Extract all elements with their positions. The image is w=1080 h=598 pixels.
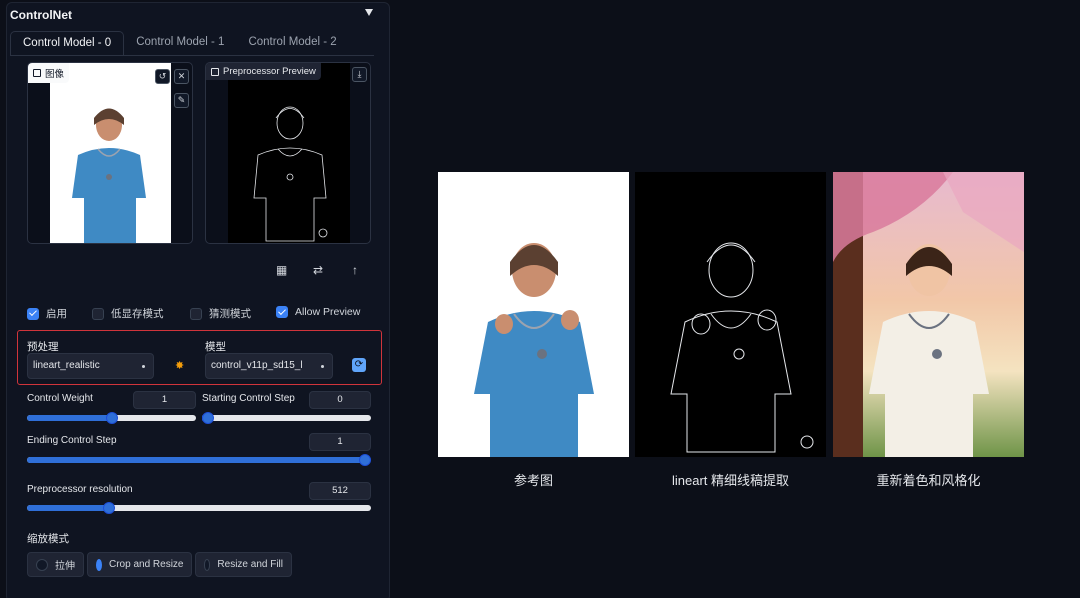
tab-control-model-1[interactable]: Control Model - 1	[124, 31, 236, 55]
slider-thumb[interactable]	[202, 412, 214, 424]
preprocessor-select[interactable]: lineart_realistic	[27, 353, 154, 379]
tabs-divider	[10, 55, 374, 56]
swap-icon[interactable]: ⇄	[313, 263, 323, 277]
preview-label-text: Preprocessor Preview	[223, 66, 316, 77]
image-icon	[33, 69, 41, 77]
rotate-icon[interactable]: ↺	[155, 69, 170, 84]
slider-thumb[interactable]	[106, 412, 118, 424]
slider-fill	[27, 415, 112, 421]
ending-step-label: Ending Control Step	[27, 435, 117, 446]
checkbox-box[interactable]	[276, 306, 288, 318]
download-icon[interactable]: ⤓	[352, 67, 367, 82]
image-label: 图像	[28, 63, 70, 83]
resolution-input[interactable]: 512	[309, 482, 371, 500]
checkbox-box[interactable]	[190, 307, 202, 320]
control-weight-input[interactable]: 1	[133, 391, 196, 409]
preprocessor-label: 预处理	[27, 341, 59, 353]
model-label: 模型	[205, 341, 226, 353]
collapse-triangle-icon[interactable]	[365, 9, 373, 16]
refresh-models-icon[interactable]: ⟳	[352, 358, 366, 372]
reference-figure	[474, 243, 594, 457]
ending-step-input[interactable]: 1	[309, 433, 371, 451]
resize-option-stretch[interactable]: 拉伸	[27, 552, 84, 577]
model-select[interactable]: control_v11p_sd15_l	[205, 353, 333, 379]
brush-icon[interactable]: ✎	[174, 93, 189, 108]
close-icon[interactable]: ✕	[174, 69, 189, 84]
checkbox-label: 启用	[46, 308, 67, 320]
checkbox-box[interactable]	[27, 307, 39, 320]
checkbox-label: Allow Preview	[295, 306, 361, 318]
starting-step-input[interactable]: 0	[309, 391, 371, 409]
guess-mode-checkbox[interactable]: 猜测模式	[190, 306, 251, 321]
explosion-run-icon[interactable]: ✸	[175, 359, 184, 372]
dropdown-caret-icon	[142, 365, 145, 368]
slider-thumb[interactable]	[359, 454, 371, 466]
enable-checkbox[interactable]: 启用	[27, 306, 67, 321]
caption-stylized: 重新着色和风格化	[876, 473, 981, 488]
control-weight-slider[interactable]	[27, 412, 196, 424]
starting-step-label: Starting Control Step	[202, 393, 295, 404]
checkbox-label: 猜测模式	[209, 308, 251, 320]
control-weight-label: Control Weight	[27, 393, 93, 404]
input-image	[50, 63, 171, 243]
model-value: control_v11p_sd15_l	[211, 360, 303, 371]
panel-title[interactable]: ControlNet	[10, 8, 72, 22]
input-image-dropzone[interactable]: 图像 ↺ ✕ ✎	[27, 62, 193, 244]
resolution-label: Preprocessor resolution	[27, 484, 133, 495]
radio-dot[interactable]	[96, 558, 102, 571]
radio-label: Crop and Resize	[109, 559, 184, 570]
lineart-image	[635, 172, 826, 457]
slider-thumb[interactable]	[103, 502, 115, 514]
starting-step-slider[interactable]	[202, 412, 371, 424]
resize-option-resize-and-fill[interactable]: Resize and Fill	[195, 552, 292, 577]
allow-preview-checkbox[interactable]: Allow Preview	[276, 306, 360, 318]
image-label-text: 图像	[45, 69, 65, 80]
camera-icon[interactable]: ▦	[276, 263, 287, 277]
dropdown-caret-icon	[321, 365, 324, 368]
preview-label: Preprocessor Preview	[206, 63, 321, 80]
radio-label: 拉伸	[55, 561, 75, 572]
caption-reference: 参考图	[513, 473, 553, 488]
slider-fill	[27, 505, 110, 511]
preprocessor-preview: Preprocessor Preview ⤓	[205, 62, 371, 244]
lineart-preview-image	[228, 63, 350, 243]
tab-control-model-2[interactable]: Control Model - 2	[236, 31, 348, 55]
tab-control-model-0[interactable]: Control Model - 0	[10, 31, 125, 55]
radio-dot[interactable]	[36, 558, 48, 571]
radio-dot[interactable]	[204, 558, 211, 571]
lineart-figure	[670, 242, 814, 453]
radio-label: Resize and Fill	[217, 559, 283, 570]
low-vram-checkbox[interactable]: 低显存模式	[92, 306, 164, 321]
resize-mode-label: 缩放模式	[27, 533, 69, 545]
stylized-image	[833, 172, 1024, 457]
caption-lineart: lineart 精细线稿提取	[671, 473, 790, 488]
resolution-slider[interactable]	[27, 502, 371, 514]
stylized-figure	[833, 172, 1024, 457]
ending-step-slider[interactable]	[27, 454, 371, 466]
checkbox-box[interactable]	[92, 307, 104, 320]
preprocessor-value: lineart_realistic	[33, 360, 100, 371]
image-icon	[211, 67, 219, 76]
slider-fill	[27, 457, 371, 463]
checkbox-label: 低显存模式	[111, 308, 164, 320]
arrow-up-icon[interactable]: ↑	[352, 263, 358, 277]
resize-option-crop-and-resize[interactable]: Crop and Resize	[87, 552, 192, 577]
control-model-tabs: Control Model - 0 Control Model - 1 Cont…	[10, 31, 349, 55]
reference-image	[438, 172, 629, 457]
